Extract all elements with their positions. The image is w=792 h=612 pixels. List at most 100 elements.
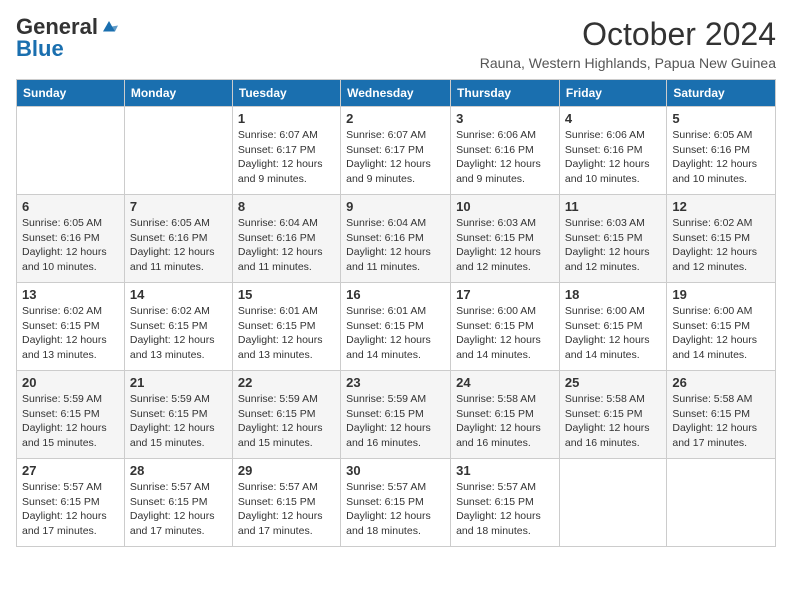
day-info: Sunrise: 6:02 AM Sunset: 6:15 PM Dayligh… — [22, 304, 119, 363]
day-cell — [667, 459, 776, 547]
day-cell: 4 Sunrise: 6:06 AM Sunset: 6:16 PM Daylig… — [559, 107, 666, 195]
day-info: Sunrise: 6:04 AM Sunset: 6:16 PM Dayligh… — [238, 216, 335, 275]
day-number: 23 — [346, 375, 445, 390]
header: General Blue October 2024 Rauna, Western… — [16, 16, 776, 71]
day-number: 24 — [456, 375, 554, 390]
day-info: Sunrise: 5:57 AM Sunset: 6:15 PM Dayligh… — [238, 480, 335, 539]
day-info: Sunrise: 5:57 AM Sunset: 6:15 PM Dayligh… — [130, 480, 227, 539]
weekday-header-wednesday: Wednesday — [341, 80, 451, 107]
day-number: 5 — [672, 111, 770, 126]
day-number: 14 — [130, 287, 227, 302]
week-row-3: 13 Sunrise: 6:02 AM Sunset: 6:15 PM Dayli… — [17, 283, 776, 371]
weekday-header-tuesday: Tuesday — [232, 80, 340, 107]
day-cell: 8 Sunrise: 6:04 AM Sunset: 6:16 PM Daylig… — [232, 195, 340, 283]
day-info: Sunrise: 5:59 AM Sunset: 6:15 PM Dayligh… — [22, 392, 119, 451]
day-cell: 31Sunrise: 5:57 AM Sunset: 6:15 PM Dayli… — [451, 459, 560, 547]
weekday-header-sunday: Sunday — [17, 80, 125, 107]
day-number: 20 — [22, 375, 119, 390]
day-number: 3 — [456, 111, 554, 126]
logo-blue-text: Blue — [16, 36, 64, 61]
day-info: Sunrise: 5:59 AM Sunset: 6:15 PM Dayligh… — [130, 392, 227, 451]
day-info: Sunrise: 6:05 AM Sunset: 6:16 PM Dayligh… — [22, 216, 119, 275]
day-cell: 27Sunrise: 5:57 AM Sunset: 6:15 PM Dayli… — [17, 459, 125, 547]
weekday-header-saturday: Saturday — [667, 80, 776, 107]
day-number: 9 — [346, 199, 445, 214]
day-number: 12 — [672, 199, 770, 214]
day-info: Sunrise: 6:02 AM Sunset: 6:15 PM Dayligh… — [672, 216, 770, 275]
weekday-header-friday: Friday — [559, 80, 666, 107]
day-info: Sunrise: 5:58 AM Sunset: 6:15 PM Dayligh… — [565, 392, 661, 451]
day-cell: 21 Sunrise: 5:59 AM Sunset: 6:15 PM Dayli… — [124, 371, 232, 459]
day-info: Sunrise: 6:03 AM Sunset: 6:15 PM Dayligh… — [565, 216, 661, 275]
day-cell: 25 Sunrise: 5:58 AM Sunset: 6:15 PM Dayli… — [559, 371, 666, 459]
day-number: 31 — [456, 463, 554, 478]
day-cell: 24 Sunrise: 5:58 AM Sunset: 6:15 PM Dayli… — [451, 371, 560, 459]
day-info: Sunrise: 5:57 AM Sunset: 6:15 PM Dayligh… — [346, 480, 445, 539]
day-info: Sunrise: 6:03 AM Sunset: 6:15 PM Dayligh… — [456, 216, 554, 275]
day-number: 10 — [456, 199, 554, 214]
day-cell: 19 Sunrise: 6:00 AM Sunset: 6:15 PM Dayli… — [667, 283, 776, 371]
day-cell: 30 Sunrise: 5:57 AM Sunset: 6:15 PM Dayli… — [341, 459, 451, 547]
day-cell: 5 Sunrise: 6:05 AM Sunset: 6:16 PM Daylig… — [667, 107, 776, 195]
day-info: Sunrise: 6:05 AM Sunset: 6:16 PM Dayligh… — [672, 128, 770, 187]
day-number: 17 — [456, 287, 554, 302]
day-number: 1 — [238, 111, 335, 126]
day-cell: 11 Sunrise: 6:03 AM Sunset: 6:15 PM Dayli… — [559, 195, 666, 283]
weekday-header-row: SundayMondayTuesdayWednesdayThursdayFrid… — [17, 80, 776, 107]
day-number: 30 — [346, 463, 445, 478]
weekday-header-thursday: Thursday — [451, 80, 560, 107]
day-cell: 16 Sunrise: 6:01 AM Sunset: 6:15 PM Dayli… — [341, 283, 451, 371]
day-cell: 10 Sunrise: 6:03 AM Sunset: 6:15 PM Dayli… — [451, 195, 560, 283]
day-info: Sunrise: 5:59 AM Sunset: 6:15 PM Dayligh… — [346, 392, 445, 451]
week-row-1: 1 Sunrise: 6:07 AM Sunset: 6:17 PM Daylig… — [17, 107, 776, 195]
week-row-2: 6Sunrise: 6:05 AM Sunset: 6:16 PM Daylig… — [17, 195, 776, 283]
day-cell: 9Sunrise: 6:04 AM Sunset: 6:16 PM Daylig… — [341, 195, 451, 283]
title-area: October 2024 Rauna, Western Highlands, P… — [480, 16, 776, 71]
day-info: Sunrise: 6:07 AM Sunset: 6:17 PM Dayligh… — [346, 128, 445, 187]
day-cell: 18Sunrise: 6:00 AM Sunset: 6:15 PM Dayli… — [559, 283, 666, 371]
day-number: 26 — [672, 375, 770, 390]
day-cell: 12 Sunrise: 6:02 AM Sunset: 6:15 PM Dayli… — [667, 195, 776, 283]
calendar: SundayMondayTuesdayWednesdayThursdayFrid… — [16, 79, 776, 547]
logo-text: General — [16, 16, 98, 38]
day-number: 21 — [130, 375, 227, 390]
day-info: Sunrise: 6:05 AM Sunset: 6:16 PM Dayligh… — [130, 216, 227, 275]
day-cell: 20 Sunrise: 5:59 AM Sunset: 6:15 PM Dayli… — [17, 371, 125, 459]
day-info: Sunrise: 6:02 AM Sunset: 6:15 PM Dayligh… — [130, 304, 227, 363]
day-info: Sunrise: 6:00 AM Sunset: 6:15 PM Dayligh… — [672, 304, 770, 363]
day-number: 16 — [346, 287, 445, 302]
day-info: Sunrise: 6:01 AM Sunset: 6:15 PM Dayligh… — [238, 304, 335, 363]
day-number: 2 — [346, 111, 445, 126]
day-number: 29 — [238, 463, 335, 478]
day-cell: 29 Sunrise: 5:57 AM Sunset: 6:15 PM Dayli… — [232, 459, 340, 547]
day-number: 25 — [565, 375, 661, 390]
day-number: 19 — [672, 287, 770, 302]
day-cell: 17Sunrise: 6:00 AM Sunset: 6:15 PM Dayli… — [451, 283, 560, 371]
day-cell: 26 Sunrise: 5:58 AM Sunset: 6:15 PM Dayli… — [667, 371, 776, 459]
day-cell — [124, 107, 232, 195]
day-number: 7 — [130, 199, 227, 214]
day-number: 8 — [238, 199, 335, 214]
logo-icon — [100, 18, 118, 36]
day-number: 22 — [238, 375, 335, 390]
day-number: 28 — [130, 463, 227, 478]
day-cell: 6Sunrise: 6:05 AM Sunset: 6:16 PM Daylig… — [17, 195, 125, 283]
day-number: 11 — [565, 199, 661, 214]
day-info: Sunrise: 6:06 AM Sunset: 6:16 PM Dayligh… — [565, 128, 661, 187]
week-row-4: 20 Sunrise: 5:59 AM Sunset: 6:15 PM Dayli… — [17, 371, 776, 459]
day-info: Sunrise: 5:58 AM Sunset: 6:15 PM Dayligh… — [456, 392, 554, 451]
day-number: 4 — [565, 111, 661, 126]
day-number: 13 — [22, 287, 119, 302]
day-info: Sunrise: 6:01 AM Sunset: 6:15 PM Dayligh… — [346, 304, 445, 363]
weekday-header-monday: Monday — [124, 80, 232, 107]
day-cell: 7 Sunrise: 6:05 AM Sunset: 6:16 PM Daylig… — [124, 195, 232, 283]
day-info: Sunrise: 5:57 AM Sunset: 6:15 PM Dayligh… — [22, 480, 119, 539]
day-cell: 1 Sunrise: 6:07 AM Sunset: 6:17 PM Daylig… — [232, 107, 340, 195]
day-number: 18 — [565, 287, 661, 302]
day-cell: 28 Sunrise: 5:57 AM Sunset: 6:15 PM Dayli… — [124, 459, 232, 547]
day-cell — [17, 107, 125, 195]
day-info: Sunrise: 6:07 AM Sunset: 6:17 PM Dayligh… — [238, 128, 335, 187]
day-cell: 2 Sunrise: 6:07 AM Sunset: 6:17 PM Daylig… — [341, 107, 451, 195]
day-info: Sunrise: 5:58 AM Sunset: 6:15 PM Dayligh… — [672, 392, 770, 451]
day-info: Sunrise: 6:06 AM Sunset: 6:16 PM Dayligh… — [456, 128, 554, 187]
